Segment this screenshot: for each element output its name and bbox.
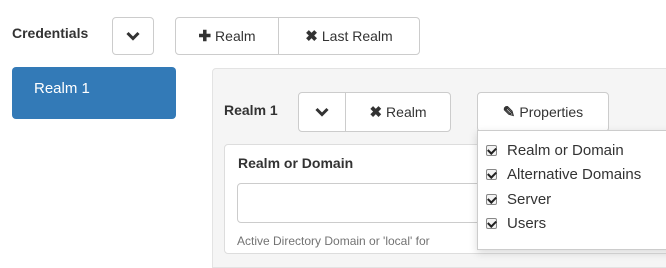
pencil-icon: ✎ (502, 103, 516, 121)
checkbox-checked-icon[interactable] (486, 193, 497, 205)
times-icon: ✖ (369, 103, 383, 121)
menu-item-label: Server (507, 190, 552, 208)
menu-item-label: Users (507, 214, 547, 232)
times-icon: ✖ (305, 27, 318, 45)
remove-realm-label: Realm (386, 104, 427, 120)
realm-collapse-button[interactable] (298, 92, 346, 132)
menu-item-users[interactable]: Users (486, 212, 546, 234)
properties-button[interactable]: ✎ Properties (477, 92, 609, 132)
add-realm-button[interactable]: ✚ Realm (175, 17, 279, 55)
menu-item-label: Alternative Domains (507, 165, 642, 183)
realm-or-domain-label: Realm or Domain (238, 155, 354, 171)
credentials-collapse-button[interactable] (112, 17, 154, 55)
remove-realm-button[interactable]: ✖ Realm (345, 92, 451, 132)
menu-item-server[interactable]: Server (486, 188, 551, 210)
realm-panel-title: Realm 1 (224, 102, 278, 118)
checkbox-checked-icon[interactable] (486, 144, 497, 156)
remove-last-realm-label: Last Realm (321, 28, 393, 44)
menu-item-alternative-domains[interactable]: Alternative Domains (486, 163, 641, 185)
properties-label: Properties (519, 104, 584, 120)
credentials-title: Credentials (12, 25, 89, 41)
remove-last-realm-button[interactable]: ✖ Last Realm (278, 17, 420, 55)
chevron-down-icon (126, 31, 140, 41)
menu-item-realm-or-domain[interactable]: Realm or Domain (486, 139, 624, 161)
chevron-down-icon (315, 107, 329, 117)
menu-item-label: Realm or Domain (507, 141, 624, 159)
plus-icon: ✚ (198, 27, 212, 45)
add-realm-label: Realm (215, 28, 256, 44)
checkbox-checked-icon[interactable] (486, 168, 497, 180)
sidebar-item-realm-1[interactable]: Realm 1 (12, 67, 176, 119)
properties-menu: Realm or Domain Alternative Domains Serv… (477, 130, 666, 250)
sidebar-item-label: Realm 1 (34, 80, 90, 97)
checkbox-checked-icon[interactable] (486, 217, 497, 229)
